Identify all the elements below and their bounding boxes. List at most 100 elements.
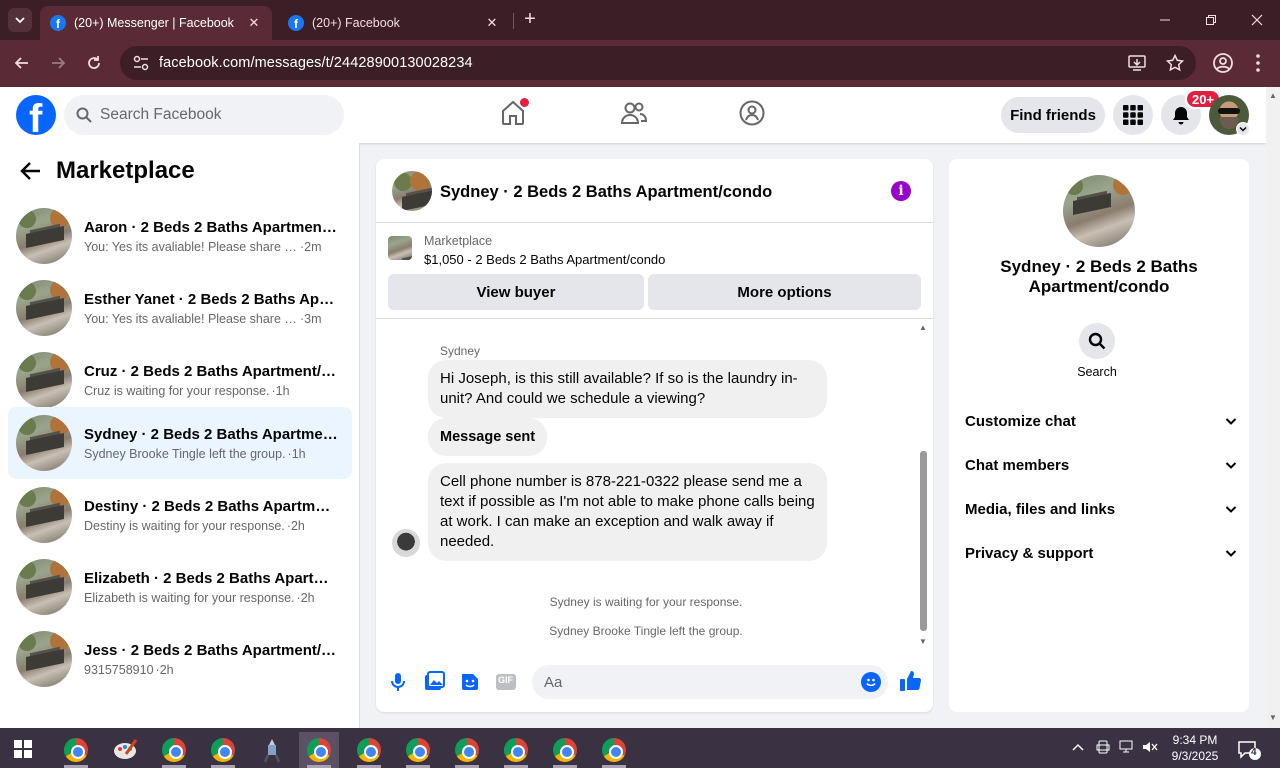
conversation-item[interactable]: Esther Yanet · 2 Beds 2 Baths Apartment/… [8,272,352,344]
restore-button[interactable] [1188,0,1234,40]
search-icon [1088,332,1106,350]
close-tab-icon[interactable]: ✕ [246,15,262,31]
sender-avatar[interactable] [392,529,420,557]
scroll-down-arrow[interactable]: ▼ [919,637,927,646]
minimize-button[interactable] [1142,0,1188,40]
sidebar-title: Marketplace [56,157,195,184]
scroll-down-arrow[interactable]: ▼ [1269,713,1277,722]
bookmark-star-icon[interactable] [1166,54,1184,72]
tab-title: (20+) Messenger | Facebook [74,16,234,30]
chat-thumbnail[interactable] [392,171,432,211]
page-scrollbar[interactable]: ▲ ▼ [1266,87,1280,728]
taskbar-chrome[interactable] [545,732,585,768]
scrollbar-thumb[interactable] [920,451,927,631]
message-composer: GIF Aa [376,657,933,712]
chevron-down-icon [1225,418,1237,425]
friends-nav-button[interactable] [619,99,647,127]
chat-members-section[interactable]: Chat members [965,445,1237,485]
taskbar-chrome[interactable] [594,732,634,768]
search-in-chat-button[interactable] [1079,323,1115,359]
message-bubble[interactable]: Message sent [428,418,548,456]
taskbar-game[interactable] [252,732,292,768]
conversation-time: 1h [291,446,306,461]
new-tab-button[interactable]: + [520,9,540,30]
tab-messenger[interactable]: f (20+) Messenger | Facebook ✕ [40,6,272,40]
chat-title[interactable]: Sydney · 2 Beds 2 Baths Apartment/condo [440,183,772,202]
conversation-item[interactable]: Aaron · 2 Beds 2 Baths Apartment/condo Y… [8,200,352,272]
install-app-icon[interactable] [1128,54,1146,72]
sticker-button[interactable] [459,671,481,693]
gif-button[interactable]: GIF [495,671,517,693]
conversation-item[interactable]: Destiny · 2 Beds 2 Baths Apartment/condo… [8,479,352,551]
taskbar-chrome[interactable] [154,732,194,768]
groups-nav-button[interactable] [738,99,766,127]
close-window-button[interactable] [1234,0,1280,40]
view-buyer-button[interactable]: View buyer [388,274,644,310]
windows-start-icon[interactable] [14,740,32,758]
profile-icon[interactable] [1212,52,1234,74]
conversation-name: Destiny · 2 Beds 2 Baths Apartment/condo [84,497,338,515]
conversation-preview: Cruz is waiting for your response. [84,383,270,398]
conversation-item[interactable]: Elizabeth · 2 Beds 2 Baths Apartment/con… [8,551,352,623]
chat-scrollbar[interactable]: ▲ ▼ [917,323,929,649]
taskbar-clock[interactable]: 9:34 PM 9/3/2025 [1160,732,1230,764]
taskbar-chrome-active[interactable] [299,732,339,768]
avatar-glasses [1218,108,1240,114]
search-placeholder: Search Facebook [100,106,222,123]
taskbar-chrome[interactable] [203,732,243,768]
taskbar-paint[interactable] [105,732,145,768]
tray-volume-icon[interactable] [1142,740,1158,754]
back-button[interactable] [20,161,42,181]
account-chevron[interactable] [1236,122,1250,136]
search-input[interactable]: Search Facebook [64,95,344,135]
chrome-icon [357,738,381,762]
show-hidden-icons-button[interactable] [1071,740,1085,754]
taskbar-chrome[interactable] [398,732,438,768]
search-icon [76,107,92,123]
notification-center-button[interactable]: 4 [1238,740,1262,760]
attach-media-button[interactable] [423,671,445,693]
arrow-left-icon [20,162,40,180]
chevron-down-icon [1239,126,1247,132]
emoji-button[interactable] [861,672,881,692]
media-files-links-section[interactable]: Media, files and links [965,489,1237,529]
message-input[interactable]: Aa [532,665,888,699]
tray-network-icon[interactable] [1119,740,1135,754]
like-button[interactable] [899,669,922,691]
tab-search-button[interactable] [8,8,32,32]
info-icon[interactable]: i [891,181,911,201]
facebook-logo[interactable]: f [16,95,56,135]
customize-chat-section[interactable]: Customize chat [965,401,1237,441]
voice-clip-button[interactable] [387,671,409,693]
listing-price[interactable]: $1,050 - 2 Beds 2 Baths Apartment/condo [424,252,665,267]
more-menu-icon[interactable] [1250,52,1266,74]
back-button[interactable] [11,52,33,74]
listing-thumbnail[interactable] [1063,175,1135,247]
tab-facebook[interactable]: f (20+) Facebook ✕ [278,6,510,40]
home-nav-button[interactable] [499,98,529,127]
conversation-preview: Elizabeth is waiting for your response. [84,590,295,605]
scroll-up-arrow[interactable]: ▲ [919,323,927,332]
message-bubble[interactable]: Cell phone number is 878-221-0322 please… [428,463,827,561]
conversation-item[interactable]: Jess · 2 Beds 2 Baths Apartment/condo 93… [8,623,352,695]
close-tab-icon[interactable]: ✕ [484,15,500,31]
address-bar[interactable]: facebook.com/messages/t/2442890013002823… [120,46,1196,80]
taskbar-chrome[interactable] [349,732,389,768]
site-settings-icon[interactable] [132,54,150,72]
taskbar-chrome[interactable] [496,732,536,768]
find-friends-button[interactable]: Find friends [1001,97,1105,133]
tray-device-icon[interactable] [1096,740,1110,754]
chevron-down-icon [1225,462,1237,469]
taskbar-chrome[interactable] [447,732,487,768]
more-options-button[interactable]: More options [648,274,921,310]
taskbar-chrome[interactable] [56,732,96,768]
reload-button[interactable] [83,52,105,74]
forward-button[interactable] [47,52,69,74]
restore-icon [1206,15,1216,25]
menu-button[interactable] [1113,95,1153,135]
privacy-support-section[interactable]: Privacy & support [965,533,1237,573]
scroll-up-arrow[interactable]: ▲ [1269,91,1277,100]
message-bubble[interactable]: Hi Joseph, is this still available? If s… [428,360,827,418]
conversation-item-selected[interactable]: Sydney · 2 Beds 2 Baths Apartment/condo … [8,407,352,479]
conversation-item[interactable]: Cruz · 2 Beds 2 Baths Apartment/condo Cr… [8,344,352,416]
